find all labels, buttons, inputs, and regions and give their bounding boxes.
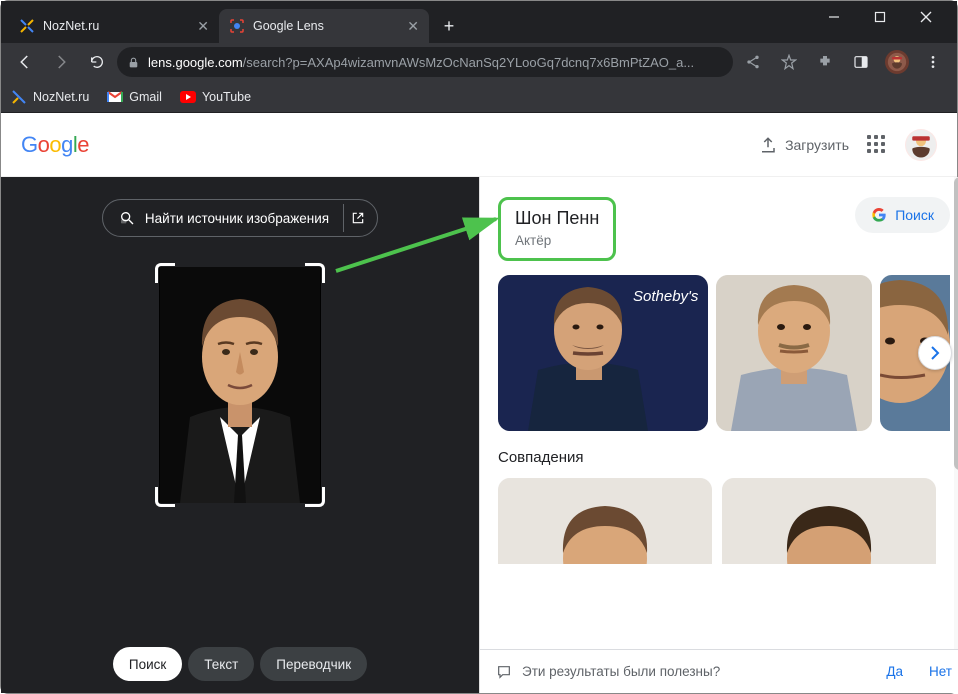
comment-icon bbox=[496, 664, 512, 680]
crop-frame[interactable] bbox=[159, 267, 321, 503]
scrollbar-thumb[interactable] bbox=[954, 177, 958, 470]
crop-handle-bl[interactable] bbox=[155, 487, 175, 507]
apps-icon[interactable] bbox=[867, 135, 887, 155]
find-source-label: Найти источник изображения bbox=[145, 211, 329, 226]
find-source-button[interactable]: Найти источник изображения bbox=[102, 199, 378, 237]
matches-heading: Совпадения bbox=[498, 449, 950, 466]
menu-button[interactable] bbox=[917, 46, 949, 78]
main-content: Найти источник изображения bbox=[1, 177, 957, 693]
image-panel: Найти источник изображения bbox=[1, 177, 479, 693]
lens-mode-chips: Поиск Текст Переводчик bbox=[113, 647, 367, 681]
knowledge-card[interactable]: Шон Пенн Актёр bbox=[498, 197, 616, 261]
browser-tab-noznet[interactable]: NozNet.ru ✕ bbox=[9, 9, 219, 43]
back-button[interactable] bbox=[9, 46, 41, 78]
feedback-no[interactable]: Нет bbox=[929, 664, 952, 679]
lock-icon bbox=[127, 56, 140, 69]
result-subtitle: Актёр bbox=[515, 233, 599, 248]
lens-icon bbox=[229, 18, 245, 34]
bookmark-noznet[interactable]: NozNet.ru bbox=[11, 89, 89, 105]
browser-toolbar: lens.google.com/search?p=AXAp4wizamvnAWs… bbox=[1, 43, 957, 81]
page-header: Google Загрузить bbox=[1, 113, 957, 177]
search-image-icon bbox=[119, 210, 135, 226]
forward-button[interactable] bbox=[45, 46, 77, 78]
feedback-bar: Эти результаты были полезны? Да Нет bbox=[480, 649, 958, 693]
bookmark-label: Gmail bbox=[129, 90, 162, 104]
thumbnail[interactable]: Sotheby's bbox=[498, 275, 708, 431]
browser-tab-lens[interactable]: Google Lens ✕ bbox=[219, 9, 429, 43]
new-tab-button[interactable]: + bbox=[435, 12, 463, 40]
gmail-icon bbox=[107, 89, 123, 105]
crop-handle-tr[interactable] bbox=[305, 263, 325, 283]
thumbnail[interactable] bbox=[716, 275, 872, 431]
close-window-button[interactable] bbox=[903, 1, 949, 33]
side-panel-button[interactable] bbox=[845, 46, 877, 78]
match-thumbnail[interactable] bbox=[722, 478, 936, 564]
tab-label: Google Lens bbox=[253, 19, 399, 33]
window-controls bbox=[811, 1, 949, 33]
result-name: Шон Пенн bbox=[515, 208, 599, 229]
youtube-icon bbox=[180, 89, 196, 105]
bookmark-youtube[interactable]: YouTube bbox=[180, 89, 251, 105]
mode-translate[interactable]: Переводчик bbox=[260, 647, 367, 681]
tab-label: NozNet.ru bbox=[43, 19, 189, 33]
bookmark-label: YouTube bbox=[202, 90, 251, 104]
open-external-icon[interactable] bbox=[343, 204, 371, 232]
feedback-yes[interactable]: Да bbox=[886, 664, 903, 679]
wrench-icon bbox=[19, 18, 35, 34]
address-bar[interactable]: lens.google.com/search?p=AXAp4wizamvnAWs… bbox=[117, 47, 733, 77]
upload-label: Загрузить bbox=[785, 137, 849, 153]
wrench-icon bbox=[11, 89, 27, 105]
bookmarks-bar: NozNet.ru Gmail YouTube bbox=[1, 81, 957, 113]
mode-search[interactable]: Поиск bbox=[113, 647, 182, 681]
search-button-label: Поиск bbox=[895, 207, 934, 223]
google-logo[interactable]: Google bbox=[21, 132, 89, 158]
reload-button[interactable] bbox=[81, 46, 113, 78]
crop-handle-br[interactable] bbox=[305, 487, 325, 507]
svg-text:Sotheby's: Sotheby's bbox=[633, 288, 699, 305]
upload-button[interactable]: Загрузить bbox=[759, 136, 849, 154]
extensions-button[interactable] bbox=[809, 46, 841, 78]
bookmark-label: NozNet.ru bbox=[33, 90, 89, 104]
window-titlebar: NozNet.ru ✕ Google Lens ✕ + bbox=[1, 1, 957, 43]
scrollbar[interactable] bbox=[954, 177, 958, 649]
bookmark-button[interactable] bbox=[773, 46, 805, 78]
match-thumbnail[interactable] bbox=[498, 478, 712, 564]
google-g-icon bbox=[871, 207, 887, 223]
maximize-button[interactable] bbox=[857, 1, 903, 33]
close-icon[interactable]: ✕ bbox=[197, 18, 209, 35]
bookmark-gmail[interactable]: Gmail bbox=[107, 89, 162, 105]
account-avatar[interactable] bbox=[905, 129, 937, 161]
feedback-question: Эти результаты были полезны? bbox=[522, 664, 720, 679]
upload-icon bbox=[759, 136, 777, 154]
result-thumbnails: Sotheby's bbox=[498, 275, 950, 431]
share-button[interactable] bbox=[737, 46, 769, 78]
avatar-icon bbox=[885, 50, 909, 74]
url-domain: lens.google.com bbox=[148, 55, 243, 70]
profile-button[interactable] bbox=[881, 46, 913, 78]
close-icon[interactable]: ✕ bbox=[407, 18, 419, 35]
mode-text[interactable]: Текст bbox=[188, 647, 254, 681]
next-button[interactable] bbox=[918, 336, 952, 370]
results-panel: Шон Пенн Актёр Поиск Sotheby's bbox=[479, 177, 958, 693]
matches-row bbox=[498, 478, 950, 564]
minimize-button[interactable] bbox=[811, 1, 857, 33]
query-image bbox=[159, 267, 321, 503]
url-path: /search?p=AXAp4wizamvnAWsMzOcNanSq2YLooG… bbox=[243, 55, 694, 70]
search-button[interactable]: Поиск bbox=[855, 197, 950, 233]
crop-handle-tl[interactable] bbox=[155, 263, 175, 283]
